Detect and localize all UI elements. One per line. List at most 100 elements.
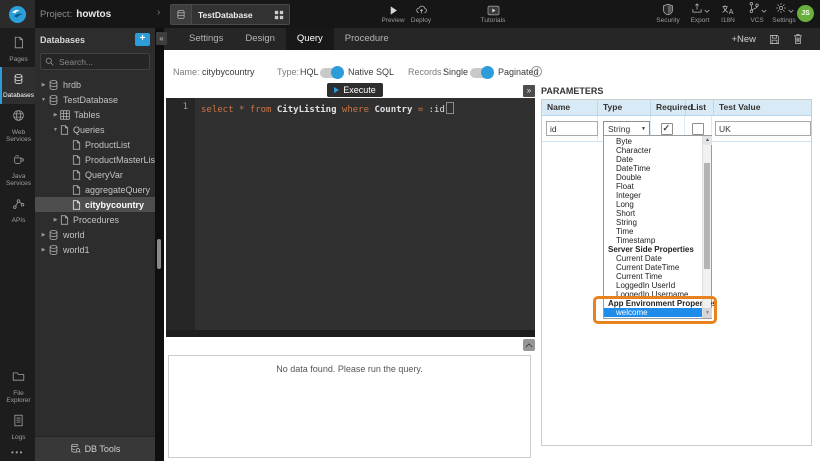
dropdown-option-timestamp[interactable]: Timestamp bbox=[604, 236, 703, 245]
dropdown-group-app-environment-properties: App Environment Properties bbox=[604, 299, 703, 308]
tab-settings[interactable]: Settings bbox=[178, 28, 234, 50]
save-button[interactable] bbox=[769, 34, 780, 45]
rail-item-java-services[interactable]: Java Services bbox=[0, 148, 35, 192]
rail-item-pages[interactable]: Pages bbox=[0, 31, 35, 67]
i18n-button[interactable]: A I18N bbox=[714, 3, 742, 24]
sql-editor[interactable]: 1 select * from CityListing where Countr… bbox=[166, 98, 535, 330]
apps-grid-icon[interactable] bbox=[269, 10, 289, 20]
expand-parameters-button[interactable]: » bbox=[523, 85, 535, 97]
editor-horizontal-scrollbar[interactable] bbox=[166, 330, 535, 337]
tree-item-queries[interactable]: ▼Queries bbox=[35, 122, 155, 137]
execute-button[interactable]: Execute bbox=[327, 83, 383, 97]
rail-item-logs[interactable]: Logs bbox=[0, 409, 35, 445]
dropdown-option-loggedin-username[interactable]: LoggedIn Username bbox=[604, 290, 703, 299]
dropdown-option-double[interactable]: Double bbox=[604, 173, 703, 182]
tree-item-world1[interactable]: ▶world1 bbox=[35, 242, 155, 257]
add-database-button[interactable]: + bbox=[135, 33, 150, 46]
database-icon bbox=[48, 79, 59, 91]
records-toggle[interactable] bbox=[470, 68, 492, 78]
param-name-input[interactable] bbox=[546, 121, 598, 136]
no-data-message: No data found. Please run the query. bbox=[276, 364, 422, 374]
type-option-hql[interactable]: HQL bbox=[300, 67, 319, 77]
file-icon bbox=[72, 140, 81, 150]
dropdown-scrollbar[interactable]: ▲ ▼ bbox=[702, 136, 711, 318]
results-empty-state: No data found. Please run the query. bbox=[168, 355, 531, 458]
tab-procedure[interactable]: Procedure bbox=[334, 28, 400, 50]
param-type-select[interactable]: String ▼ bbox=[603, 121, 650, 136]
rail-item-file-explorer[interactable]: File Explorer bbox=[0, 365, 35, 409]
more-options-icon[interactable]: ••• bbox=[0, 448, 35, 457]
records-option-single[interactable]: Single bbox=[443, 67, 468, 77]
tab-query[interactable]: Query bbox=[286, 28, 334, 50]
panel-splitter[interactable] bbox=[155, 28, 164, 461]
collapse-panel-button[interactable]: « bbox=[156, 32, 167, 45]
dropdown-option-datetime[interactable]: DateTime bbox=[604, 164, 703, 173]
tree-item-tables[interactable]: ▶Tables bbox=[35, 107, 155, 122]
chevron-right-icon[interactable]: ▶ bbox=[39, 82, 48, 88]
help-icon[interactable]: ? bbox=[531, 66, 542, 77]
dropdown-option-loggedin-userid[interactable]: LoggedIn UserId bbox=[604, 281, 703, 290]
type-option-native-sql[interactable]: Native SQL bbox=[348, 67, 394, 77]
panel-title: Databases bbox=[40, 35, 85, 45]
dropdown-option-string[interactable]: String bbox=[604, 218, 703, 227]
tab-design[interactable]: Design bbox=[234, 28, 286, 50]
dropdown-option-byte[interactable]: Byte bbox=[604, 137, 703, 146]
tree-item-testdatabase[interactable]: ▼TestDatabase bbox=[35, 92, 155, 107]
param-test-value-input[interactable] bbox=[715, 121, 811, 136]
chevron-right-icon[interactable]: ▶ bbox=[39, 247, 48, 253]
chevron-right-icon[interactable]: ▶ bbox=[51, 217, 60, 223]
dropdown-option-character[interactable]: Character bbox=[604, 146, 703, 155]
rail-item-databases[interactable]: Databases bbox=[0, 67, 35, 103]
chevron-right-icon[interactable]: ▶ bbox=[51, 112, 60, 118]
required-checkbox[interactable] bbox=[661, 123, 673, 135]
chevron-down-icon[interactable]: ▼ bbox=[39, 97, 48, 103]
chevron-down-icon[interactable]: ▼ bbox=[51, 127, 60, 133]
dropdown-option-long[interactable]: Long bbox=[604, 200, 703, 209]
delete-button[interactable] bbox=[793, 33, 803, 45]
tutorials-button[interactable]: Tutorials bbox=[476, 3, 510, 24]
dropdown-option-welcome[interactable]: welcome bbox=[604, 308, 703, 317]
selected-type: String bbox=[608, 124, 630, 134]
dropdown-option-current-date[interactable]: Current Date bbox=[604, 254, 703, 263]
dropdown-option-short[interactable]: Short bbox=[604, 209, 703, 218]
rail-item-apis[interactable]: APIs bbox=[0, 192, 35, 228]
db-tools-button[interactable]: DB Tools bbox=[35, 436, 155, 461]
dropdown-option-integer[interactable]: Integer bbox=[604, 191, 703, 200]
scrollbar-thumb[interactable] bbox=[704, 163, 710, 269]
app-logo[interactable] bbox=[0, 0, 35, 28]
type-toggle[interactable] bbox=[320, 68, 342, 78]
collapse-results-button[interactable] bbox=[523, 339, 535, 351]
scroll-up-icon[interactable]: ▲ bbox=[703, 136, 712, 145]
dropdown-option-current-datetime[interactable]: Current DateTime bbox=[604, 263, 703, 272]
tree-item-aggregatequery[interactable]: aggregateQuery bbox=[35, 182, 155, 197]
splitter-handle[interactable] bbox=[157, 239, 161, 269]
column-header-name: Name bbox=[542, 100, 598, 115]
preview-button[interactable]: Preview bbox=[379, 3, 407, 24]
rail-item-web-services[interactable]: Web Services bbox=[0, 104, 35, 148]
export-button[interactable]: Export bbox=[685, 3, 715, 24]
vcs-button[interactable]: VCS bbox=[743, 3, 771, 24]
user-avatar[interactable]: JS bbox=[797, 5, 814, 22]
list-checkbox[interactable] bbox=[692, 123, 704, 135]
chevron-right-icon[interactable]: ▶ bbox=[39, 232, 48, 238]
dropdown-option-time[interactable]: Time bbox=[604, 227, 703, 236]
deploy-button[interactable]: Deploy bbox=[407, 3, 435, 24]
dropdown-option-current-time[interactable]: Current Time bbox=[604, 272, 703, 281]
scroll-down-icon[interactable]: ▼ bbox=[703, 308, 712, 318]
dropdown-option-date[interactable]: Date bbox=[604, 155, 703, 164]
tree-item-citybycountry[interactable]: citybycountry bbox=[35, 197, 155, 212]
column-header-list: List bbox=[686, 100, 714, 115]
tree-item-procedures[interactable]: ▶Procedures bbox=[35, 212, 155, 227]
database-selector[interactable]: TestDatabase bbox=[170, 4, 290, 25]
dropdown-option-float[interactable]: Float bbox=[604, 182, 703, 191]
tree-item-productmasterlist[interactable]: ProductMasterList bbox=[35, 152, 155, 167]
search-input[interactable] bbox=[57, 56, 145, 68]
new-query-button[interactable]: +New bbox=[731, 34, 756, 45]
tree-item-productlist[interactable]: ProductList bbox=[35, 137, 155, 152]
tree-item-queryvar[interactable]: QueryVar bbox=[35, 167, 155, 182]
settings-button[interactable]: Settings bbox=[768, 3, 800, 24]
deploy-icon bbox=[415, 3, 428, 16]
tree-item-world[interactable]: ▶world bbox=[35, 227, 155, 242]
tree-item-hrdb[interactable]: ▶hrdb bbox=[35, 77, 155, 92]
security-button[interactable]: Security bbox=[652, 3, 684, 24]
